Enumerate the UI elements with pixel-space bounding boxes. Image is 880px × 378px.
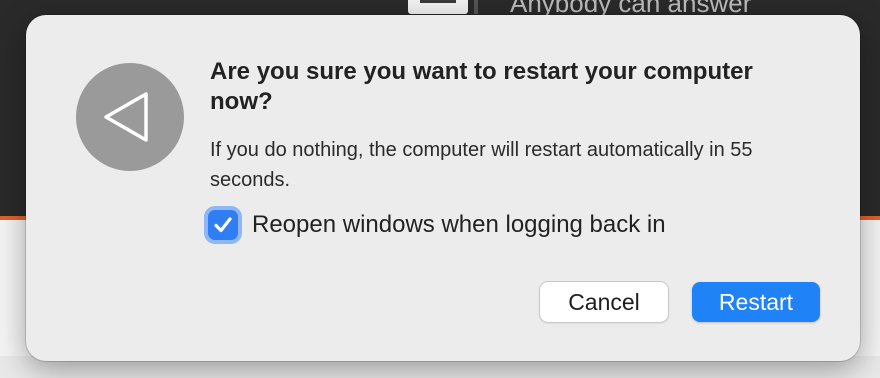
reopen-windows-checkbox[interactable] bbox=[208, 210, 238, 240]
dialog-title: Are you sure you want to restart your co… bbox=[210, 58, 753, 115]
reopen-windows-option[interactable]: Reopen windows when logging back in bbox=[206, 205, 666, 245]
cancel-button[interactable]: Cancel bbox=[540, 282, 668, 322]
checkmark-icon bbox=[214, 217, 232, 233]
restart-button[interactable]: Restart bbox=[692, 282, 820, 322]
menu-icon bbox=[408, 0, 468, 14]
back-triangle-icon bbox=[76, 63, 184, 171]
dialog-message: If you do nothing, the computer will res… bbox=[210, 139, 753, 191]
restart-dialog: Are you sure you want to restart your co… bbox=[26, 15, 860, 361]
checkbox-label[interactable]: Reopen windows when logging back in bbox=[252, 211, 666, 239]
background-divider bbox=[474, 0, 478, 14]
